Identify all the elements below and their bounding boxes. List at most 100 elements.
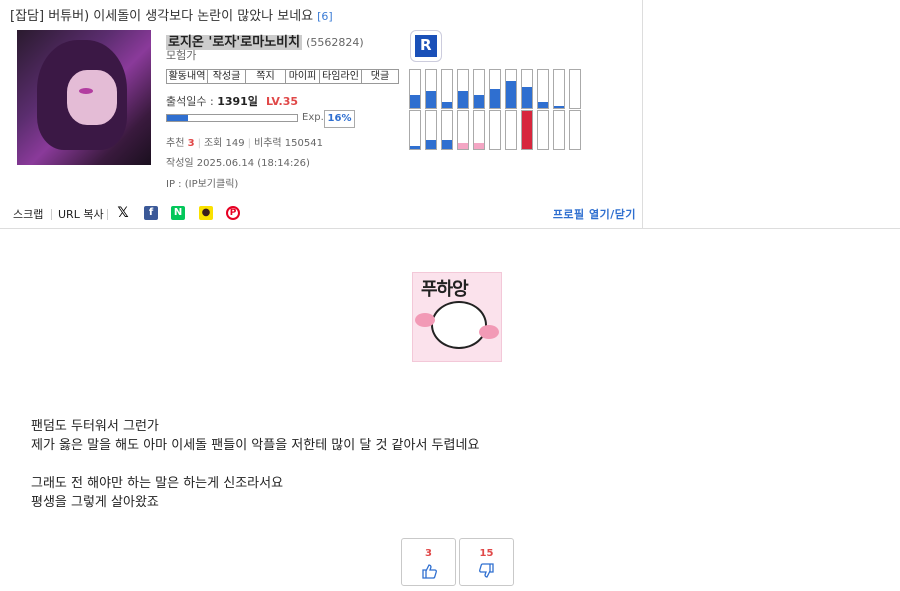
downvote-count: 15 xyxy=(479,548,494,559)
ip-label: IP : xyxy=(166,179,182,190)
activity-bar-bottom xyxy=(442,139,452,149)
activity-bar-bottom xyxy=(410,145,420,149)
activity-cell-top xyxy=(441,69,453,109)
activity-bar-top xyxy=(426,90,436,108)
avatar-eye xyxy=(79,88,93,94)
author-uid: (5562824) xyxy=(306,36,364,49)
activity-cell-top xyxy=(505,69,517,109)
exp-label: Exp. xyxy=(302,112,324,123)
bitoryeok-count: 150541 xyxy=(284,138,323,149)
activity-bar-top xyxy=(554,106,564,108)
avatar-face xyxy=(67,70,117,125)
activity-bar-bottom xyxy=(522,111,532,149)
rank-badge-cube xyxy=(415,35,437,57)
attendance-row: 출석일수 : 1391일 LV.35 xyxy=(166,93,298,109)
post-content: 팬덤도 두터워서 그런가 제가 옳은 말을 해도 아마 이세돌 팬들이 악플을 … xyxy=(31,417,479,512)
body-line xyxy=(31,455,479,474)
menu-activity[interactable]: 활동내역 xyxy=(166,69,207,84)
activity-cell-top xyxy=(553,69,565,109)
activity-cell-top xyxy=(425,69,437,109)
bitoryeok-label: 비추력 xyxy=(254,138,282,149)
views-label: 조회 xyxy=(203,138,223,149)
activity-bar-top xyxy=(490,89,500,108)
attendance-value: 1391일 xyxy=(217,95,258,108)
activity-bar-top xyxy=(522,87,532,108)
avatar[interactable] xyxy=(17,30,151,165)
menu-mypi[interactable]: 마이피 xyxy=(285,69,319,84)
upvote-button[interactable]: 3 xyxy=(401,538,456,586)
exp-bar xyxy=(166,114,298,122)
x-share-icon[interactable]: 𝕏 xyxy=(116,206,130,220)
menu-timeline[interactable]: 타임라인 xyxy=(319,69,361,84)
downvote-button[interactable]: 15 xyxy=(459,538,514,586)
activity-cell-bottom xyxy=(553,110,565,150)
activity-cell-top xyxy=(489,69,501,109)
activity-cell-bottom xyxy=(569,110,581,150)
scrap-button[interactable]: 스크랩 xyxy=(13,206,43,222)
activity-cell-bottom xyxy=(489,110,501,150)
profile-toggle-link[interactable]: 프로필 열기/닫기 xyxy=(553,206,636,222)
activity-bar-top xyxy=(458,90,468,108)
activity-bar-top xyxy=(442,102,452,108)
post-title: [잡담] 버튜버) 이세돌이 생각보다 논란이 많았나 보네요 [6] xyxy=(10,5,333,24)
menu-posts[interactable]: 작성글 xyxy=(207,69,245,84)
activity-cell-top xyxy=(457,69,469,109)
recommend-count: 3 xyxy=(187,138,195,149)
activity-cell-bottom xyxy=(425,110,437,150)
activity-bar-bottom xyxy=(474,143,484,149)
naver-share-icon[interactable]: N xyxy=(171,206,185,220)
recommend-label: 추천 xyxy=(166,138,185,149)
activity-cell-bottom xyxy=(457,110,469,150)
level-badge: LV.35 xyxy=(265,95,299,108)
activity-cell-bottom xyxy=(521,110,533,150)
sticker-text: 푸하앙 xyxy=(421,279,469,300)
activity-bar-top xyxy=(506,81,516,108)
date-value: 2025.06.14 (18:14:26) xyxy=(196,158,310,169)
activity-cell-top xyxy=(473,69,485,109)
post-footer-toolbar: 스크랩 URL 복사 𝕏 f N ● P 프로필 열기/닫기 xyxy=(0,203,643,228)
activity-cell-bottom xyxy=(537,110,549,150)
activity-cell-top xyxy=(569,69,581,109)
ip-view-link[interactable]: (IP보기클릭) xyxy=(185,179,239,190)
date-label: 작성일 xyxy=(166,158,194,169)
stats-separator: | xyxy=(247,138,251,149)
header-divider xyxy=(0,228,900,229)
attendance-label: 출석일수 : xyxy=(166,95,214,108)
pinterest-share-icon[interactable]: P xyxy=(226,206,240,220)
menu-message[interactable]: 쪽지 xyxy=(245,69,285,84)
sticker-image: 푸하앙 xyxy=(412,272,502,362)
body-line: 그래도 전 해야만 하는 말은 하는게 신조라서요 xyxy=(31,476,284,491)
author-menu: 활동내역 작성글 쪽지 마이피 타임라인 댓글 xyxy=(166,69,399,84)
activity-bar-top xyxy=(410,94,420,108)
activity-cell-bottom xyxy=(505,110,517,150)
thumbs-down-icon xyxy=(479,563,494,578)
exp-percent: 16% xyxy=(324,110,355,128)
activity-cell-bottom xyxy=(409,110,421,150)
post-title-text: [잡담] 버튜버) 이세돌이 생각보다 논란이 많았나 보네요 xyxy=(10,9,314,24)
sticker-blush xyxy=(479,325,499,339)
body-line: 제가 옳은 말을 해도 아마 이세돌 팬들이 악플을 저한테 많이 달 것 같아… xyxy=(31,438,480,453)
rank-badge-icon xyxy=(410,30,442,62)
activity-bar-top xyxy=(474,94,484,108)
author-rank: 모험가 xyxy=(166,49,197,62)
sticker-blush xyxy=(415,313,435,327)
post-date: 작성일 2025.06.14 (18:14:26) xyxy=(166,154,310,169)
exp-bar-fill xyxy=(167,115,188,121)
url-copy-button[interactable]: URL 복사 xyxy=(58,206,104,222)
facebook-share-icon[interactable]: f xyxy=(144,206,158,220)
footer-divider xyxy=(51,209,52,220)
kakaotalk-share-icon[interactable]: ● xyxy=(199,206,213,220)
activity-cell-bottom xyxy=(473,110,485,150)
menu-comments[interactable]: 댓글 xyxy=(361,69,399,84)
comment-count[interactable]: [6] xyxy=(317,10,333,23)
activity-cell-top xyxy=(537,69,549,109)
activity-cell-top xyxy=(521,69,533,109)
body-line: 평생을 그렇게 살아왔죠 xyxy=(31,495,159,510)
activity-bar-top xyxy=(538,102,548,108)
post-stats: 추천 3 | 조회 149 | 비추력 150541 xyxy=(166,134,323,149)
views-count: 149 xyxy=(225,138,245,149)
upvote-count: 3 xyxy=(425,548,432,559)
sticker-character xyxy=(431,301,487,349)
ip-row: IP : (IP보기클릭) xyxy=(166,175,238,190)
activity-cell-top xyxy=(409,69,421,109)
